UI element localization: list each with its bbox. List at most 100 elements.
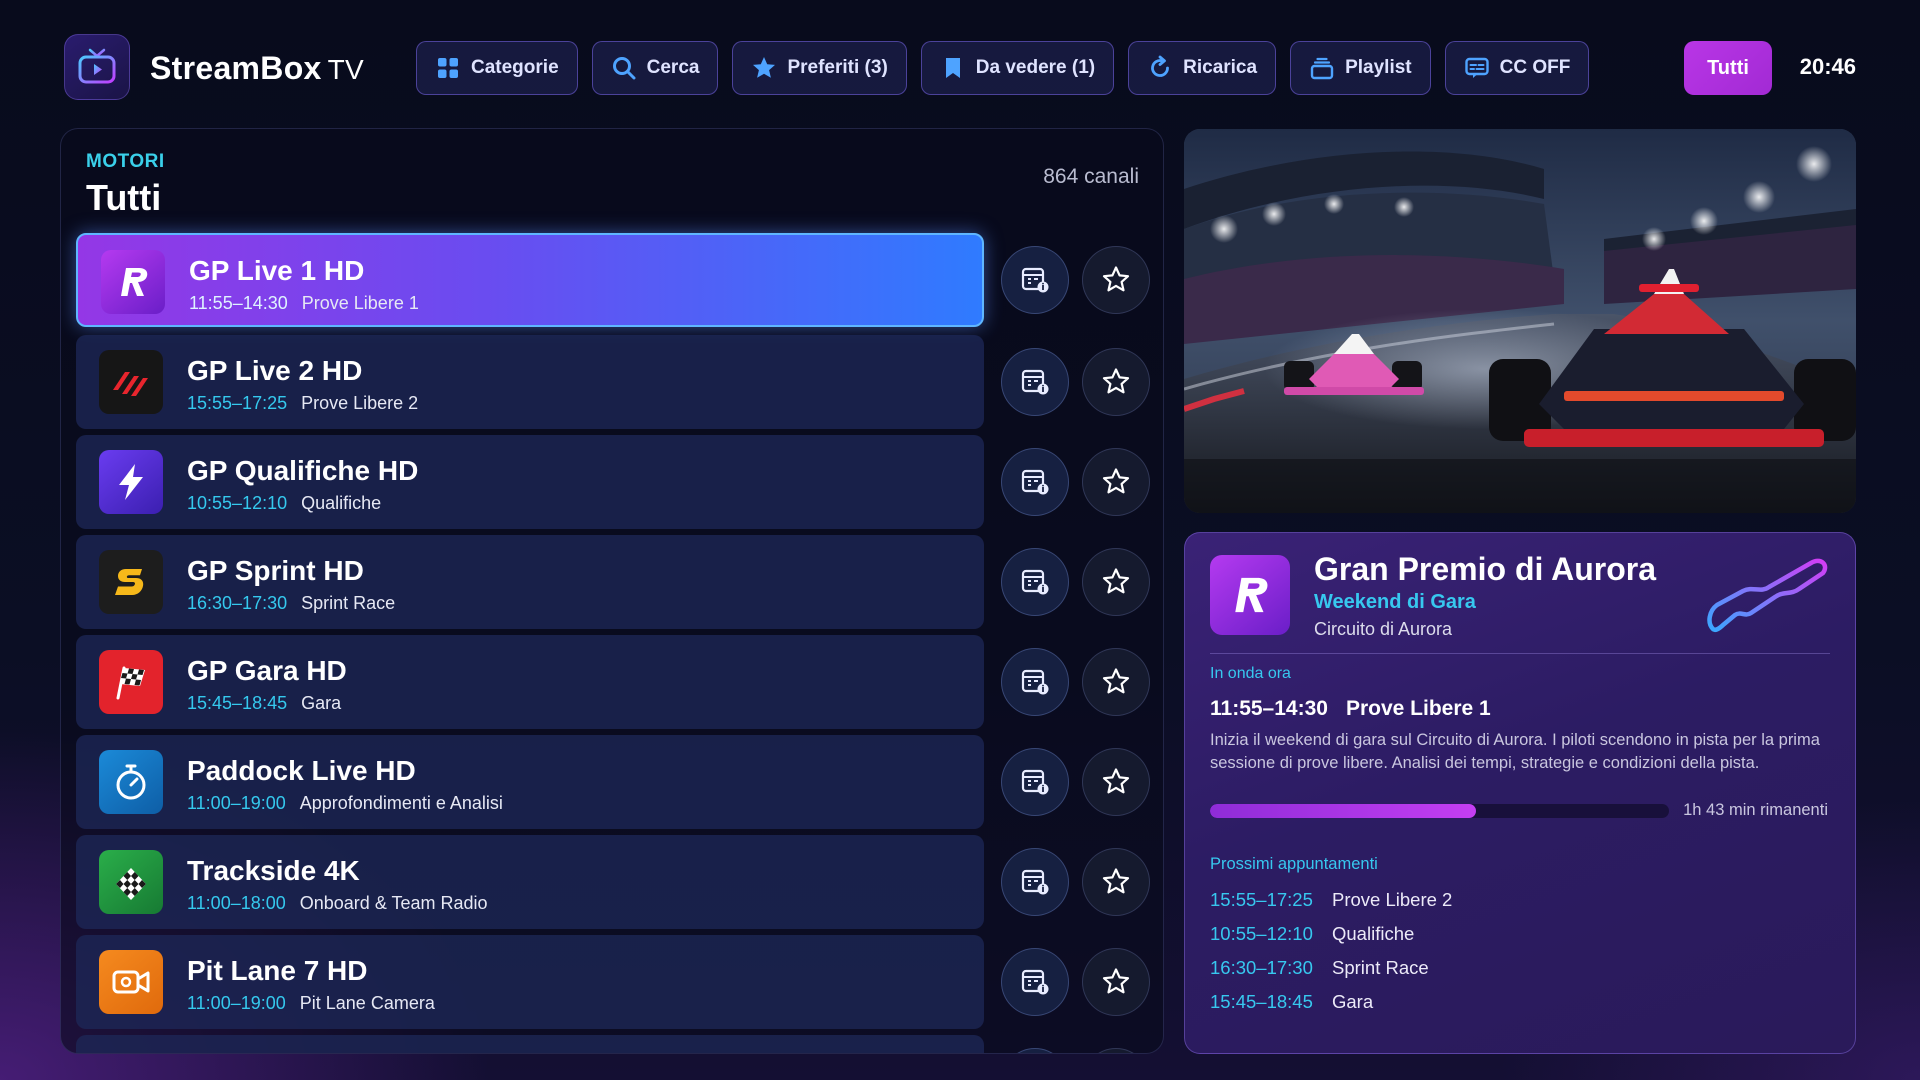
channel-program: Sprint Race [301,593,396,613]
nav-ricarica-button[interactable]: Ricarica [1128,41,1277,95]
event-subtitle: Weekend di Gara [1314,591,1476,613]
upcoming-item[interactable]: 10:55–12:10 Qualifiche [1210,923,1414,945]
channel-count: 864 canali [1043,165,1139,188]
nav-label: Da vedere (1) [975,57,1096,78]
channel-program: Qualifiche [301,493,382,513]
checkered-flag-icon [99,650,163,714]
epg-info-button[interactable] [1001,548,1069,616]
nav-cc-button[interactable]: CC OFF [1444,41,1590,95]
search-icon [612,57,636,80]
epg-info-icon [1021,669,1049,695]
epg-info-button[interactable] [1001,848,1069,916]
channel-row[interactable]: GP Sprint HD 16:30–17:30 Sprint Race [76,535,1150,629]
race-cars-preview-image [1184,129,1856,513]
star-outline-icon [1102,868,1130,894]
nav-categorie-button[interactable]: Categorie [416,41,578,95]
favorite-star-button[interactable] [1082,948,1150,1016]
channel-program: Prove Libere 2 [301,393,419,413]
channel-row[interactable]: GP Qualifiche HD 10:55–12:10 Qualifiche [76,435,1150,529]
channel-time: 11:00–18:00 Onboard & Team Radio [187,893,488,913]
filter-tutti-button[interactable]: Tutti [1684,41,1772,95]
upcoming-item[interactable]: 15:55–17:25 Prove Libere 2 [1210,889,1452,911]
grid-icon [438,58,458,78]
channel-card[interactable]: Paddock Live HD 11:00–19:00 Approfondimen… [76,735,984,829]
channel-card[interactable]: GP Sprint HD 16:30–17:30 Sprint Race [76,535,984,629]
program-detail-panel: Gran Premio di Aurora Weekend di Gara Ci… [1184,532,1856,1054]
epg-info-button[interactable] [1001,246,1069,314]
star-outline-icon [1102,568,1130,594]
epg-info-button[interactable] [1001,948,1069,1016]
epg-info-button[interactable] [1001,448,1069,516]
nav-cerca-button[interactable]: Cerca [591,41,719,95]
epg-info-icon [1021,769,1049,795]
channel-card[interactable]: GP Qualifiche HD 10:55–12:10 Qualifiche [76,435,984,529]
favorite-star-button[interactable] [1082,246,1150,314]
channel-time: 15:55–17:25 Prove Libere 2 [187,393,419,413]
favorite-star-button[interactable] [1082,848,1150,916]
star-outline-icon [1102,768,1130,794]
upcoming-label: Prossimi appuntamenti [1210,855,1378,873]
star-outline-icon [1102,468,1130,494]
time-remaining: 1h 43 min rimanenti [1683,801,1828,819]
channel-name: Trackside 4K [187,855,360,886]
upcoming-item[interactable]: 15:45–18:45 Gara [1210,991,1373,1013]
channel-card[interactable]: GP Live 1 HD 11:55–14:30 Prove Libere 1 [76,233,984,327]
channel-name: GP Gara HD [187,655,347,686]
channel-row[interactable]: Trackside 4K 11:00–18:00 Onboard & Team R… [76,835,1150,929]
epg-info-button[interactable] [1001,1048,1069,1053]
channel-name: GP Live 2 HD [187,355,363,386]
channel-list-panel: MOTORI Tutti 864 canali GP Live 1 HD 11:… [60,128,1164,1054]
playlist-icon [1310,57,1334,80]
favorite-star-button[interactable] [1082,548,1150,616]
nav-label: Ricarica [1183,57,1258,78]
channel-name: Pit Lane 7 HD [187,955,368,986]
star-outline-icon [1102,968,1130,994]
epg-info-icon [1021,869,1049,895]
clock: 20:46 [1799,54,1856,79]
nav-playlist-button[interactable]: Playlist [1290,41,1431,95]
favorite-star-button[interactable] [1082,1048,1150,1053]
channel-card[interactable]: Pit Lane 7 HD 11:00–19:00 Pit Lane Camera [76,935,984,1029]
channel-row[interactable]: GP Live 2 HD 15:55–17:25 Prove Libere 2 [76,335,1150,429]
epg-info-button[interactable] [1001,648,1069,716]
channel-time: 11:00–19:00 Approfondimenti e Analisi [187,793,503,813]
channel-row[interactable]: GP Live 1 HD 11:55–14:30 Prove Libere 1 [76,233,1150,327]
upcoming-item[interactable]: 16:30–17:30 Sprint Race [1210,957,1429,979]
list-title: Tutti [86,177,162,218]
app-title: StreamBox TV [150,50,365,86]
favorite-star-button[interactable] [1082,448,1150,516]
event-title: Gran Premio di Aurora [1314,551,1656,587]
channel-card[interactable]: GP Gara HD 15:45–18:45 Gara [76,635,984,729]
channel-time: 11:55–14:30 Prove Libere 1 [189,293,419,313]
program-description: Inizia il weekend di gara sul Circuito d… [1210,731,1820,772]
nav-label: Categorie [471,57,559,78]
epg-info-button[interactable] [1001,348,1069,416]
channel-row[interactable]: Paddock Live HD 11:00–19:00 Approfondimen… [76,735,1150,829]
epg-info-button[interactable] [1001,748,1069,816]
star-outline-icon [1102,668,1130,694]
favorite-star-button[interactable] [1082,748,1150,816]
favorite-star-button[interactable] [1082,348,1150,416]
category-label: MOTORI [86,151,165,172]
channel-card[interactable]: Trackside 4K 11:00–18:00 Onboard & Team R… [76,835,984,929]
epg-info-icon [1021,369,1049,395]
channel-program: Onboard & Team Radio [299,893,488,913]
now-program: Prove Libere 1 [1345,697,1491,720]
channel-row[interactable]: Pit Lane 7 HD 11:00–19:00 Pit Lane Camera [76,935,1150,1029]
star-outline-icon [1102,368,1130,394]
channel-row[interactable]: GP Gara HD 15:45–18:45 Gara [76,635,1150,729]
channel-row-partial[interactable] [76,1035,1150,1053]
favorite-star-button[interactable] [1082,648,1150,716]
channel-card[interactable] [76,1035,984,1053]
captions-icon [1464,57,1489,78]
lightning-icon [99,450,163,514]
channel-card[interactable]: GP Live 2 HD 15:55–17:25 Prove Libere 2 [76,335,984,429]
nav-da-vedere-button[interactable]: Da vedere (1) [920,41,1115,95]
nav-preferiti-button[interactable]: Preferiti (3) [732,41,907,95]
star-outline-icon [1102,266,1130,292]
preview-player[interactable] [1184,129,1856,513]
channel-program: Prove Libere 1 [301,293,419,313]
nav-label: Playlist [1345,57,1412,78]
epg-info-icon [1021,569,1049,595]
on-air-label: In onda ora [1210,665,1291,682]
